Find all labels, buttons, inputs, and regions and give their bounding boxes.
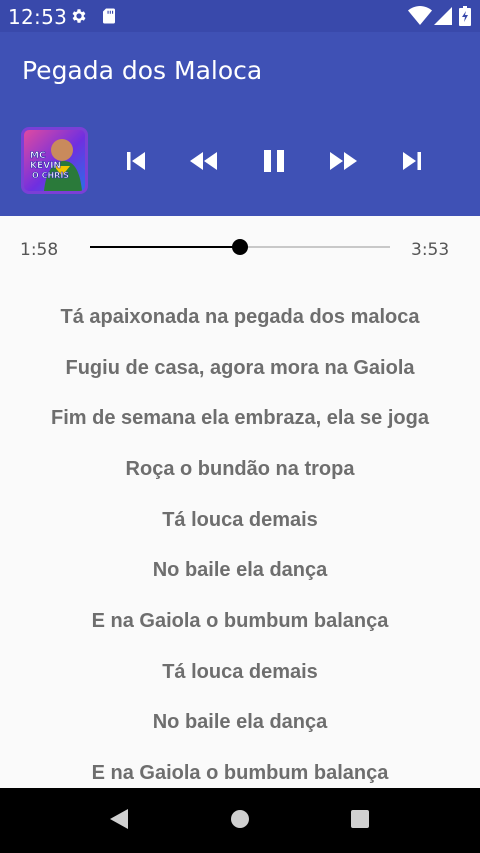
album-art[interactable]: MC KEVIN O CHRIS [21, 127, 88, 194]
wifi-icon [408, 6, 432, 26]
seek-bar-progress [90, 246, 240, 248]
status-bar: 12:53 [0, 0, 480, 32]
skip-previous-icon [125, 150, 147, 172]
album-art-line-2: KEVIN [30, 161, 61, 171]
lyric-line: Roça o bundão na tropa [125, 458, 355, 480]
status-time: 12:53 [8, 5, 68, 29]
seek-bar-thumb[interactable] [232, 239, 248, 255]
lyric-line: Fim de semana ela embraza, ela se joga [51, 407, 429, 429]
lyric-line: No baile ela dança [152, 559, 328, 581]
sd-card-icon [100, 7, 118, 25]
cell-signal-icon [434, 6, 452, 26]
home-button[interactable] [227, 808, 253, 834]
album-art-line-1: MC [30, 151, 46, 161]
fast-forward-icon [327, 150, 359, 172]
lyric-line: E na Gaiola o bumbum balança [91, 762, 389, 784]
system-nav-bar [0, 788, 480, 853]
rewind-icon [188, 150, 220, 172]
lyric-line: Tá louca demais [162, 509, 318, 531]
rewind-button[interactable] [186, 144, 222, 178]
fast-forward-button[interactable] [325, 144, 361, 178]
lyrics-container[interactable]: Tá apaixonada na pegada dos maloca Fugiu… [0, 280, 480, 788]
battery-charging-icon [459, 6, 471, 26]
album-art-line-3: O CHRIS [32, 171, 69, 180]
pause-icon [262, 149, 286, 173]
recents-button[interactable] [347, 808, 373, 834]
skip-next-icon [401, 150, 423, 172]
recents-icon [349, 808, 371, 835]
current-time: 1:58 [20, 240, 59, 260]
back-icon [108, 807, 130, 836]
skip-next-button[interactable] [394, 144, 430, 178]
lyric-line: Fugiu de casa, agora mora na Gaiola [65, 357, 415, 379]
lyric-line: Tá apaixonada na pegada dos maloca [60, 306, 420, 328]
lyric-line: E na Gaiola o bumbum balança [91, 610, 389, 632]
gear-icon [70, 7, 88, 25]
seek-bar[interactable] [90, 239, 390, 255]
lyric-line: Tá louca demais [162, 661, 318, 683]
home-icon [229, 808, 251, 835]
app-bar: Pegada dos Maloca [0, 32, 480, 106]
pause-button[interactable] [256, 144, 292, 178]
progress-row: 1:58 3:53 [0, 216, 480, 280]
lyric-line: No baile ela dança [152, 711, 328, 733]
total-time: 3:53 [411, 240, 450, 260]
skip-previous-button[interactable] [118, 144, 154, 178]
page-title: Pegada dos Maloca [22, 56, 263, 85]
back-button[interactable] [106, 808, 132, 834]
player-controls: MC KEVIN O CHRIS [0, 106, 480, 216]
